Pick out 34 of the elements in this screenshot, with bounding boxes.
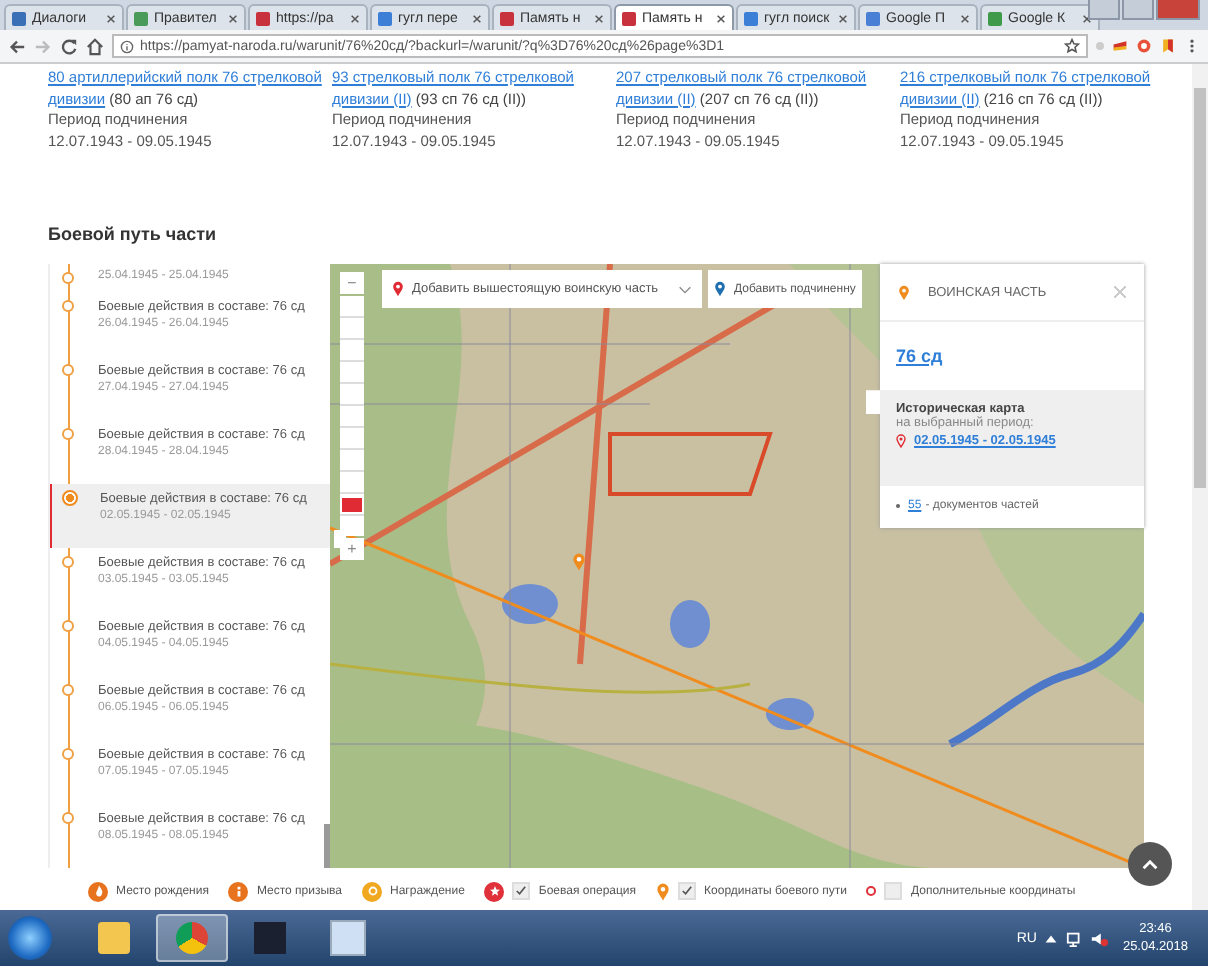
network-icon[interactable] xyxy=(1066,929,1085,947)
close-icon[interactable] xyxy=(1082,13,1092,23)
start-button[interactable] xyxy=(8,916,52,960)
close-icon[interactable] xyxy=(228,13,238,23)
scroll-to-top-button[interactable] xyxy=(1128,842,1172,886)
zoom-slider[interactable] xyxy=(340,296,364,537)
info-icon[interactable] xyxy=(120,39,134,53)
page-scrollbar[interactable] xyxy=(1192,64,1208,910)
map-pin-icon xyxy=(898,283,910,302)
target-icon[interactable] xyxy=(1136,38,1152,54)
close-icon[interactable] xyxy=(472,13,482,23)
close-icon[interactable] xyxy=(838,13,848,23)
close-icon[interactable] xyxy=(594,13,604,23)
section-title: Боевой путь части xyxy=(48,224,219,245)
bookmark-star-icon[interactable] xyxy=(1064,38,1080,54)
zoom-out-button[interactable]: − xyxy=(340,272,364,295)
close-icon[interactable] xyxy=(350,13,360,23)
speaker-icon[interactable] xyxy=(1090,929,1109,947)
chevron-down-icon[interactable] xyxy=(678,285,692,294)
checkbox[interactable] xyxy=(678,882,697,901)
reload-icon[interactable] xyxy=(60,37,78,55)
home-icon[interactable] xyxy=(86,37,104,55)
chevron-up-icon xyxy=(1142,859,1158,869)
back-icon[interactable] xyxy=(8,37,26,55)
checkbox[interactable] xyxy=(884,882,903,901)
bookmark-icon[interactable] xyxy=(1160,38,1176,54)
unit-link[interactable]: 76 сд xyxy=(896,346,943,367)
flag-icon[interactable] xyxy=(1112,38,1128,54)
close-icon[interactable] xyxy=(716,13,726,23)
location-icon xyxy=(896,434,906,449)
close-icon[interactable] xyxy=(960,13,970,23)
close-icon[interactable] xyxy=(106,13,116,23)
map-pin-icon[interactable] xyxy=(572,552,586,573)
checkbox[interactable] xyxy=(512,882,531,901)
